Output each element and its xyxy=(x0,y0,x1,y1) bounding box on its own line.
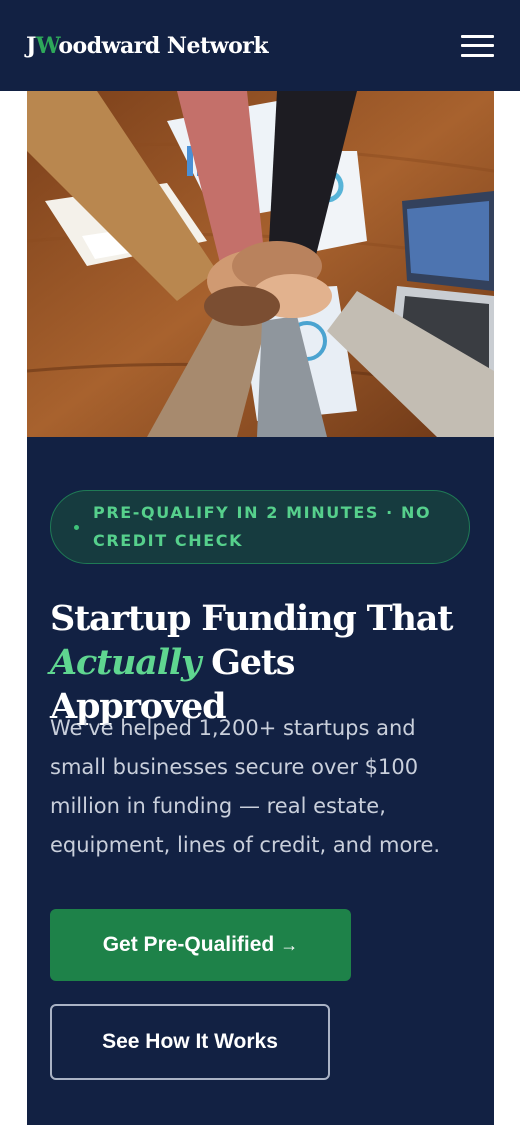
logo-text: oodward Network xyxy=(58,32,269,59)
headline-accent-word: Actually xyxy=(50,642,201,683)
status-dot-icon xyxy=(74,524,79,530)
secondary-cta-label: See How It Works xyxy=(102,1030,278,1053)
team-hands-illustration xyxy=(27,91,494,437)
logo-letter-w: W xyxy=(35,32,59,59)
prequalify-badge: PRE-QUALIFY IN 2 MINUTES · NO CREDIT CHE… xyxy=(50,490,470,564)
site-logo[interactable]: JWoodward Network xyxy=(26,32,269,59)
badge-text: PRE-QUALIFY IN 2 MINUTES · NO CREDIT CHE… xyxy=(93,503,432,550)
menu-bar xyxy=(461,53,494,57)
menu-bar xyxy=(461,34,494,38)
get-prequalified-button[interactable]: Get Pre-Qualified → xyxy=(50,909,351,981)
logo-letter-j: J xyxy=(26,32,36,59)
hero-image xyxy=(27,91,494,437)
primary-cta-label: Get Pre-Qualified xyxy=(102,933,275,956)
see-how-it-works-button[interactable]: See How It Works xyxy=(50,1004,330,1080)
headline-line-1: Startup Funding That xyxy=(50,598,453,639)
hamburger-menu-icon[interactable] xyxy=(461,33,495,59)
menu-bar xyxy=(461,44,494,47)
hero-panel: PRE-QUALIFY IN 2 MINUTES · NO CREDIT CHE… xyxy=(27,437,494,1125)
site-header: JWoodward Network xyxy=(0,0,520,91)
arrow-right-icon: → xyxy=(280,934,299,955)
hero-description: We've helped 1,200+ startups and small b… xyxy=(50,716,441,857)
